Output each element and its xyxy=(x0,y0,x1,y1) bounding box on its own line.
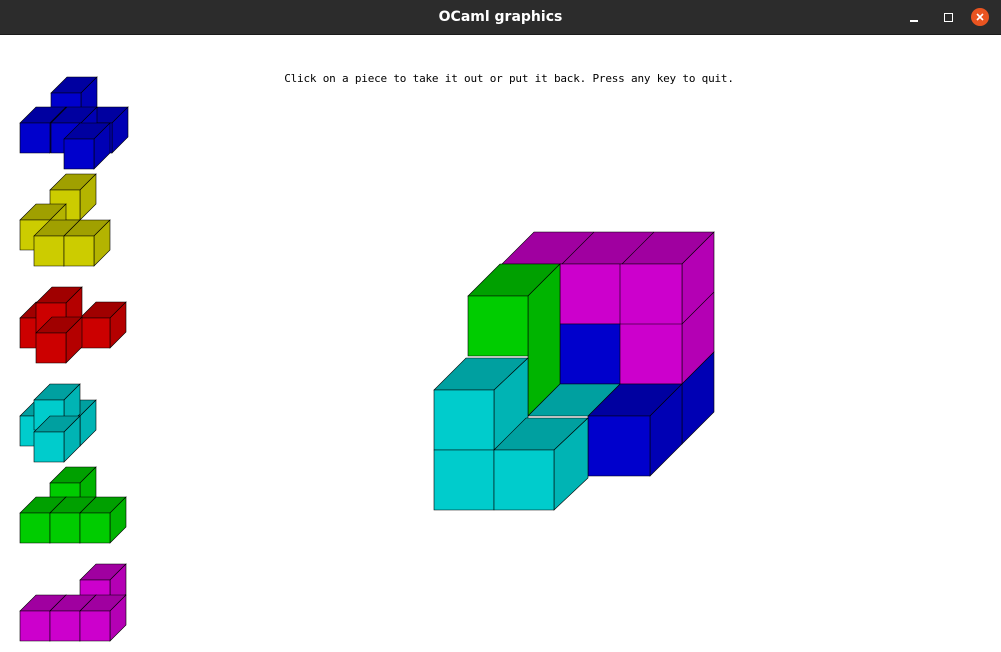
close-button[interactable] xyxy=(970,7,990,27)
piece-red[interactable] xyxy=(19,286,127,364)
cube-front-face[interactable] xyxy=(79,317,111,349)
cube-front-face[interactable] xyxy=(63,138,95,170)
cube-front-face[interactable] xyxy=(33,431,65,463)
scene[interactable] xyxy=(0,35,1001,652)
cube-front-face[interactable] xyxy=(19,512,51,544)
cube-front-face[interactable] xyxy=(19,610,51,642)
cube-front-face[interactable] xyxy=(49,610,81,642)
puzzle-blue-cell[interactable] xyxy=(559,323,621,385)
piece-blue[interactable] xyxy=(19,76,129,170)
puzzle-blue-front[interactable] xyxy=(587,415,651,477)
cube-front-face[interactable] xyxy=(63,235,95,267)
close-icon xyxy=(971,8,989,26)
cube-front-face[interactable] xyxy=(33,235,65,267)
minimize-icon xyxy=(910,20,918,22)
cube-front-face[interactable] xyxy=(35,332,67,364)
minimize-button[interactable] xyxy=(904,7,924,27)
piece-yellow[interactable] xyxy=(19,173,111,267)
piece-green[interactable] xyxy=(19,466,127,544)
graphics-canvas[interactable]: Click on a piece to take it out or put i… xyxy=(0,35,1001,652)
cube-front-face[interactable] xyxy=(19,122,51,154)
puzzle-cyan-front[interactable] xyxy=(493,449,555,511)
maximize-icon xyxy=(943,12,953,22)
puzzle-cyan-front[interactable] xyxy=(433,389,495,451)
puzzle-cube[interactable] xyxy=(433,231,715,511)
puzzle-green-front[interactable] xyxy=(467,295,529,357)
piece-cyan[interactable] xyxy=(19,383,97,463)
puzzle-cyan-front[interactable] xyxy=(433,449,495,511)
cube-front-face[interactable] xyxy=(49,512,81,544)
window-title: OCaml graphics xyxy=(438,9,563,25)
piece-magenta[interactable] xyxy=(19,563,127,642)
maximize-button[interactable] xyxy=(938,7,958,27)
cube-front-face[interactable] xyxy=(79,610,111,642)
cube-front-face[interactable] xyxy=(79,512,111,544)
puzzle-top-face[interactable] xyxy=(501,231,715,265)
